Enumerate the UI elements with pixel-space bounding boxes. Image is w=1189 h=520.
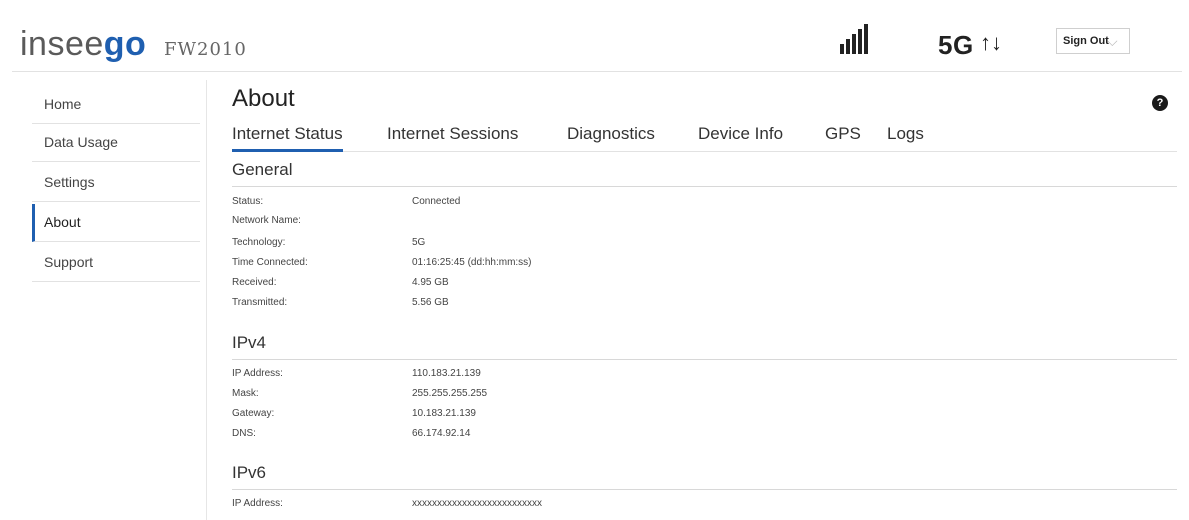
section-title-ipv6: IPv6 xyxy=(232,463,267,482)
gateway-label: Gateway: xyxy=(232,408,275,419)
status-value: Connected xyxy=(412,196,461,207)
tab-gps[interactable]: GPS xyxy=(825,124,861,152)
tab-internet-status[interactable]: Internet Status xyxy=(232,124,343,152)
brand-prefix: insee xyxy=(20,25,104,63)
tab-logs[interactable]: Logs xyxy=(887,124,924,152)
main-content: About ? Internet Status Internet Session… xyxy=(232,80,1177,520)
status-label: Status: xyxy=(232,196,264,207)
chevron-down-icon: ⌵ xyxy=(1107,33,1118,49)
tab-internet-sessions[interactable]: Internet Sessions xyxy=(387,124,518,152)
mask-label: Mask: xyxy=(232,388,259,399)
sidebar-item-settings[interactable]: Settings xyxy=(32,164,200,202)
device-model: FW2010 xyxy=(164,39,247,60)
transmitted-value: 5.56 GB xyxy=(412,297,449,308)
top-header: inseego FW2010 5G ↑↓ Sign Out ⌵ xyxy=(12,10,1182,72)
section-divider xyxy=(232,186,1177,187)
signal-strength-icon xyxy=(840,24,870,54)
received-value: 4.95 GB xyxy=(412,277,449,288)
received-label: Received: xyxy=(232,277,277,288)
sidebar-item-home[interactable]: Home xyxy=(32,86,200,124)
section-divider xyxy=(232,489,1177,490)
mask-value: 255.255.255.255 xyxy=(412,388,488,399)
network-name-label: Network Name: xyxy=(232,215,301,226)
section-title-general: General xyxy=(232,160,293,179)
section-divider xyxy=(232,359,1177,360)
ipv4-address-label: IP Address: xyxy=(232,368,283,379)
brand-logo: inseego xyxy=(20,26,146,62)
app-frame: inseego FW2010 5G ↑↓ Sign Out ⌵ Home Dat… xyxy=(12,10,1182,520)
network-type: 5G xyxy=(938,30,974,60)
ipv6-address-value: xxxxxxxxxxxxxxxxxxxxxxxxxx xyxy=(412,498,542,509)
section-title-ipv4: IPv4 xyxy=(232,333,267,352)
page-title: About xyxy=(232,85,295,112)
tab-diagnostics[interactable]: Diagnostics xyxy=(567,124,655,152)
time-connected-value: 01:16:25:45 (dd:hh:mm:ss) xyxy=(412,257,532,268)
tab-device-info[interactable]: Device Info xyxy=(698,124,783,152)
help-icon[interactable]: ? xyxy=(1152,95,1168,111)
sidebar-item-about[interactable]: About xyxy=(32,204,200,242)
ipv6-address-label: IP Address: xyxy=(232,498,283,509)
sidebar-item-support[interactable]: Support xyxy=(32,244,200,282)
transmitted-label: Transmitted: xyxy=(232,297,288,308)
sidebar: Home Data Usage Settings About Support xyxy=(12,80,207,520)
ipv4-address-value: 110.183.21.139 xyxy=(412,368,481,379)
technology-label: Technology: xyxy=(232,237,286,248)
signout-button[interactable]: Sign Out ⌵ xyxy=(1056,28,1130,54)
dns-label: DNS: xyxy=(232,428,256,439)
tab-bar: Internet Status Internet Sessions Diagno… xyxy=(232,124,1177,152)
brand-suffix: go xyxy=(103,25,147,63)
technology-value: 5G xyxy=(412,237,426,248)
gateway-value: 10.183.21.139 xyxy=(412,408,476,419)
sidebar-item-data-usage[interactable]: Data Usage xyxy=(32,124,200,162)
signout-label: Sign Out xyxy=(1063,35,1109,47)
time-connected-label: Time Connected: xyxy=(232,257,308,268)
dns-value: 66.174.92.14 xyxy=(412,428,471,439)
transfer-arrows-icon: ↑↓ xyxy=(980,30,1002,55)
